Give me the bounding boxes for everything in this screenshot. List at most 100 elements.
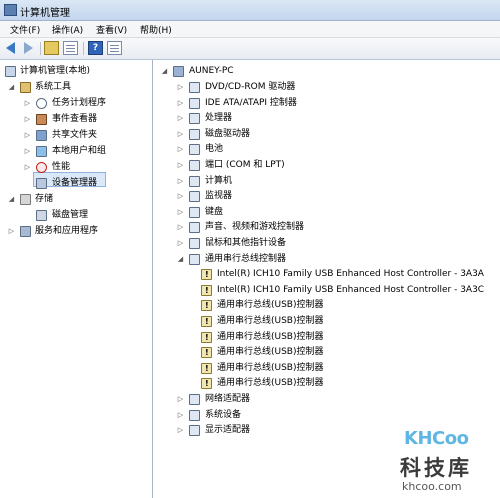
toolbar: ? <box>0 38 500 60</box>
computer-icon <box>189 175 200 187</box>
forward-arrow-icon <box>24 42 33 54</box>
expand-arrow-icon[interactable]: ▷ <box>177 96 184 111</box>
storage-icon <box>20 194 31 205</box>
device-label: Intel(R) ICH10 Family USB Enhanced Host … <box>217 269 484 280</box>
device-label: 端口 (COM 和 LPT) <box>205 160 285 170</box>
expand-arrow-icon[interactable]: ▷ <box>177 111 184 126</box>
expand-arrow-icon[interactable]: ▷ <box>24 144 31 159</box>
disk-drive-icon <box>189 128 200 140</box>
usb-warning-icon <box>201 376 212 391</box>
expand-arrow-icon[interactable]: ▷ <box>177 189 184 204</box>
sound-icon <box>189 222 200 234</box>
title-bar: 计算机管理 <box>0 0 500 21</box>
display-adapter-icon <box>189 425 200 437</box>
menu-help[interactable]: 帮助(H) <box>140 23 172 36</box>
expand-arrow-icon[interactable]: ▷ <box>177 142 184 157</box>
expand-arrow-icon[interactable]: ▷ <box>24 96 31 111</box>
device-label: 处理器 <box>205 113 233 124</box>
expand-arrow-icon[interactable]: ▷ <box>24 112 31 127</box>
menu-file[interactable]: 文件(F) <box>10 23 40 36</box>
menu-bar: 文件(F) 操作(A) 查看(V) 帮助(H) <box>0 21 500 38</box>
expand-arrow-icon[interactable]: ▷ <box>177 408 184 423</box>
port-icon <box>189 160 200 171</box>
computer-root-icon <box>173 66 184 77</box>
expand-arrow-icon[interactable]: ▷ <box>177 158 184 173</box>
battery-icon <box>189 144 200 156</box>
usb-warning-icon <box>201 283 212 298</box>
navigation-tree-pane: 计算机管理(本地) ◢ 系统工具 ▷ 任务计划程序 ▷ 事件查看器 ▷ 共享文件… <box>0 60 153 498</box>
usb-warning-icon <box>201 361 212 376</box>
device-label: 通用串行总线(USB)控制器 <box>217 362 324 373</box>
mouse-icon <box>189 238 200 249</box>
expand-arrow-icon[interactable]: ▷ <box>177 205 184 220</box>
usb-warning-icon <box>201 345 212 360</box>
properties-button[interactable] <box>107 41 122 55</box>
collapse-arrow-icon[interactable]: ◢ <box>177 252 184 267</box>
toolbar-separator <box>83 42 84 55</box>
usb-warning-icon <box>201 314 212 329</box>
expand-arrow-icon[interactable]: ▷ <box>24 160 31 175</box>
khcoo-watermark-logo: KHCoo 科技库 khcoo.com <box>400 428 472 493</box>
expand-arrow-icon[interactable]: ▷ <box>177 174 184 189</box>
expand-arrow-icon[interactable]: ▷ <box>177 127 184 142</box>
back-button[interactable] <box>4 41 19 55</box>
computer-management-icon <box>5 66 16 77</box>
menu-action[interactable]: 操作(A) <box>52 23 83 36</box>
collapse-arrow-icon[interactable]: ◢ <box>8 192 15 207</box>
disk-management-icon <box>36 210 47 221</box>
system-tools-icon <box>20 82 31 93</box>
window-title: 计算机管理 <box>20 8 70 19</box>
device-label: 通用串行总线控制器 <box>205 253 287 264</box>
help-button[interactable]: ? <box>88 41 103 55</box>
device-label: 电池 <box>205 144 224 155</box>
device-label: 通用串行总线(USB)控制器 <box>217 378 324 389</box>
monitor-icon <box>189 191 200 203</box>
device-label: 通用串行总线(USB)控制器 <box>217 347 324 358</box>
expand-arrow-icon[interactable]: ▷ <box>177 392 184 407</box>
device-label: Intel(R) ICH10 Family USB Enhanced Host … <box>217 284 485 295</box>
device-label: DVD/CD-ROM 驱动器 <box>205 82 296 92</box>
dvd-drive-icon <box>189 82 200 93</box>
processor-icon <box>189 113 200 125</box>
device-label: 计算机 <box>205 175 233 186</box>
device-label: 网络适配器 <box>205 394 251 404</box>
collapse-arrow-icon[interactable]: ◢ <box>161 64 168 79</box>
expand-arrow-icon[interactable]: ▷ <box>8 224 15 239</box>
up-folder-button[interactable] <box>44 41 59 55</box>
shared-folders-icon <box>36 130 47 141</box>
keyboard-icon <box>189 206 200 218</box>
usb-warning-icon <box>201 330 212 345</box>
usb-warning-icon <box>201 298 212 313</box>
forward-button[interactable] <box>21 41 36 55</box>
task-scheduler-icon <box>36 98 47 109</box>
device-label: 系统设备 <box>205 409 242 420</box>
device-label: 鼠标和其他指针设备 <box>205 238 287 248</box>
device-label: 通用串行总线(USB)控制器 <box>217 300 324 311</box>
local-users-icon <box>36 146 47 157</box>
show-hide-tree-button[interactable] <box>63 41 78 55</box>
expand-arrow-icon[interactable]: ▷ <box>24 128 31 143</box>
network-adapter-icon <box>189 394 200 405</box>
device-label: 显示适配器 <box>205 425 251 436</box>
ide-controller-icon <box>189 97 200 109</box>
services-apps-icon <box>20 226 31 237</box>
expand-arrow-icon[interactable]: ▷ <box>177 236 184 251</box>
device-label: 磁盘驱动器 <box>205 128 251 139</box>
system-devices-icon <box>189 409 200 421</box>
event-viewer-icon <box>36 114 47 125</box>
expand-arrow-icon[interactable]: ▷ <box>177 220 184 235</box>
device-manager-icon <box>36 178 47 189</box>
device-label: 通用串行总线(USB)控制器 <box>217 316 324 326</box>
expand-arrow-icon[interactable]: ▷ <box>177 423 184 438</box>
toolbar-separator <box>40 42 41 55</box>
collapse-arrow-icon[interactable]: ◢ <box>8 80 15 95</box>
menu-view[interactable]: 查看(V) <box>96 23 127 36</box>
expand-arrow-icon[interactable]: ▷ <box>177 80 184 95</box>
device-label: 监视器 <box>205 191 233 202</box>
device-label: 声音、视频和游戏控制器 <box>205 222 305 233</box>
performance-icon <box>36 162 47 173</box>
device-label: 通用串行总线(USB)控制器 <box>217 331 324 342</box>
device-label: 键盘 <box>205 206 224 217</box>
computer-management-app-icon <box>4 4 17 16</box>
back-arrow-icon <box>6 42 15 54</box>
